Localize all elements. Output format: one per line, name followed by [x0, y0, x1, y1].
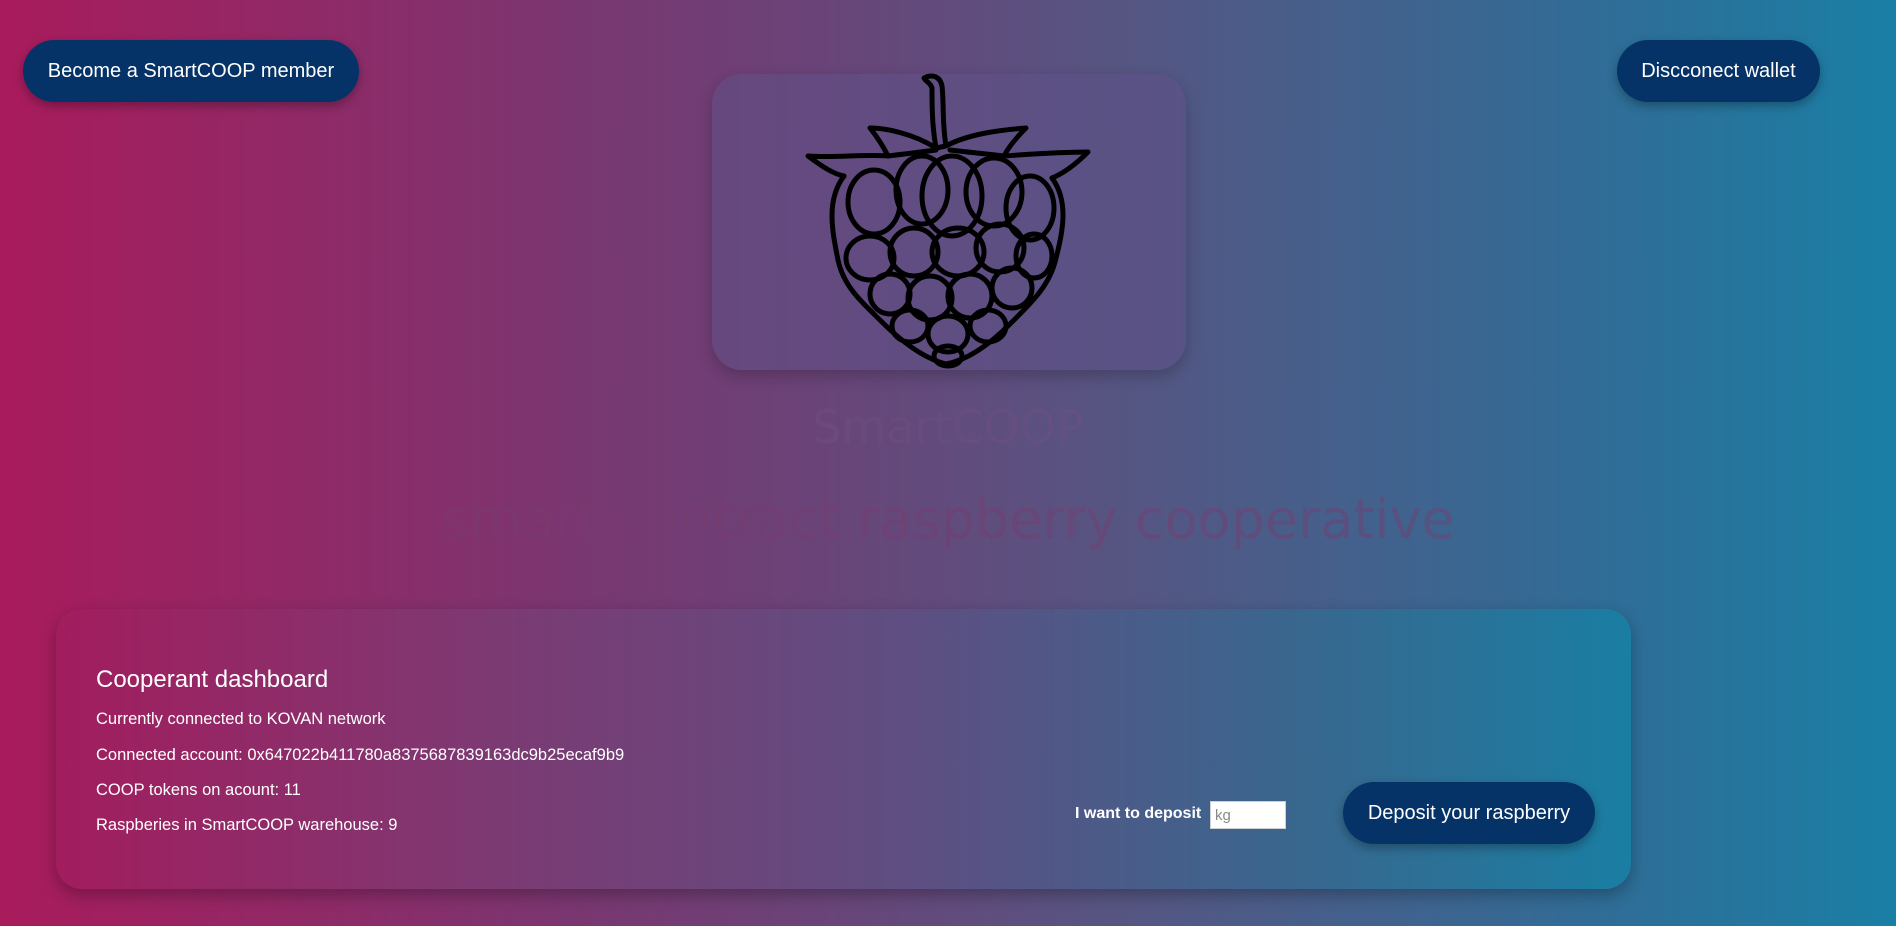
coop-token-balance: COOP tokens on acount: 11: [96, 781, 301, 799]
logo-card: [712, 73, 1186, 370]
deposit-label: I want to deposit: [1075, 805, 1202, 822]
disconnect-wallet-button[interactable]: Discconect wallet: [1617, 40, 1820, 102]
raspberry-icon: [805, 73, 1091, 369]
cooperant-dashboard: Cooperant dashboard Currently connected …: [56, 609, 1631, 889]
dashboard-title: Cooperant dashboard: [96, 666, 329, 693]
become-member-button[interactable]: Become a SmartCOOP member: [23, 40, 359, 102]
connected-account: Connected account: 0x647022b411780a83756…: [96, 746, 625, 764]
tagline: smart contract raspberry cooperative: [441, 488, 1455, 551]
brand-title: SmartCOOP: [812, 400, 1084, 454]
deposit-amount-input[interactable]: [1210, 801, 1286, 829]
network-status: Currently connected to KOVAN network: [96, 710, 386, 728]
deposit-button[interactable]: Deposit your raspberry: [1343, 782, 1595, 844]
warehouse-stock: Raspberies in SmartCOOP warehouse: 9: [96, 816, 398, 834]
